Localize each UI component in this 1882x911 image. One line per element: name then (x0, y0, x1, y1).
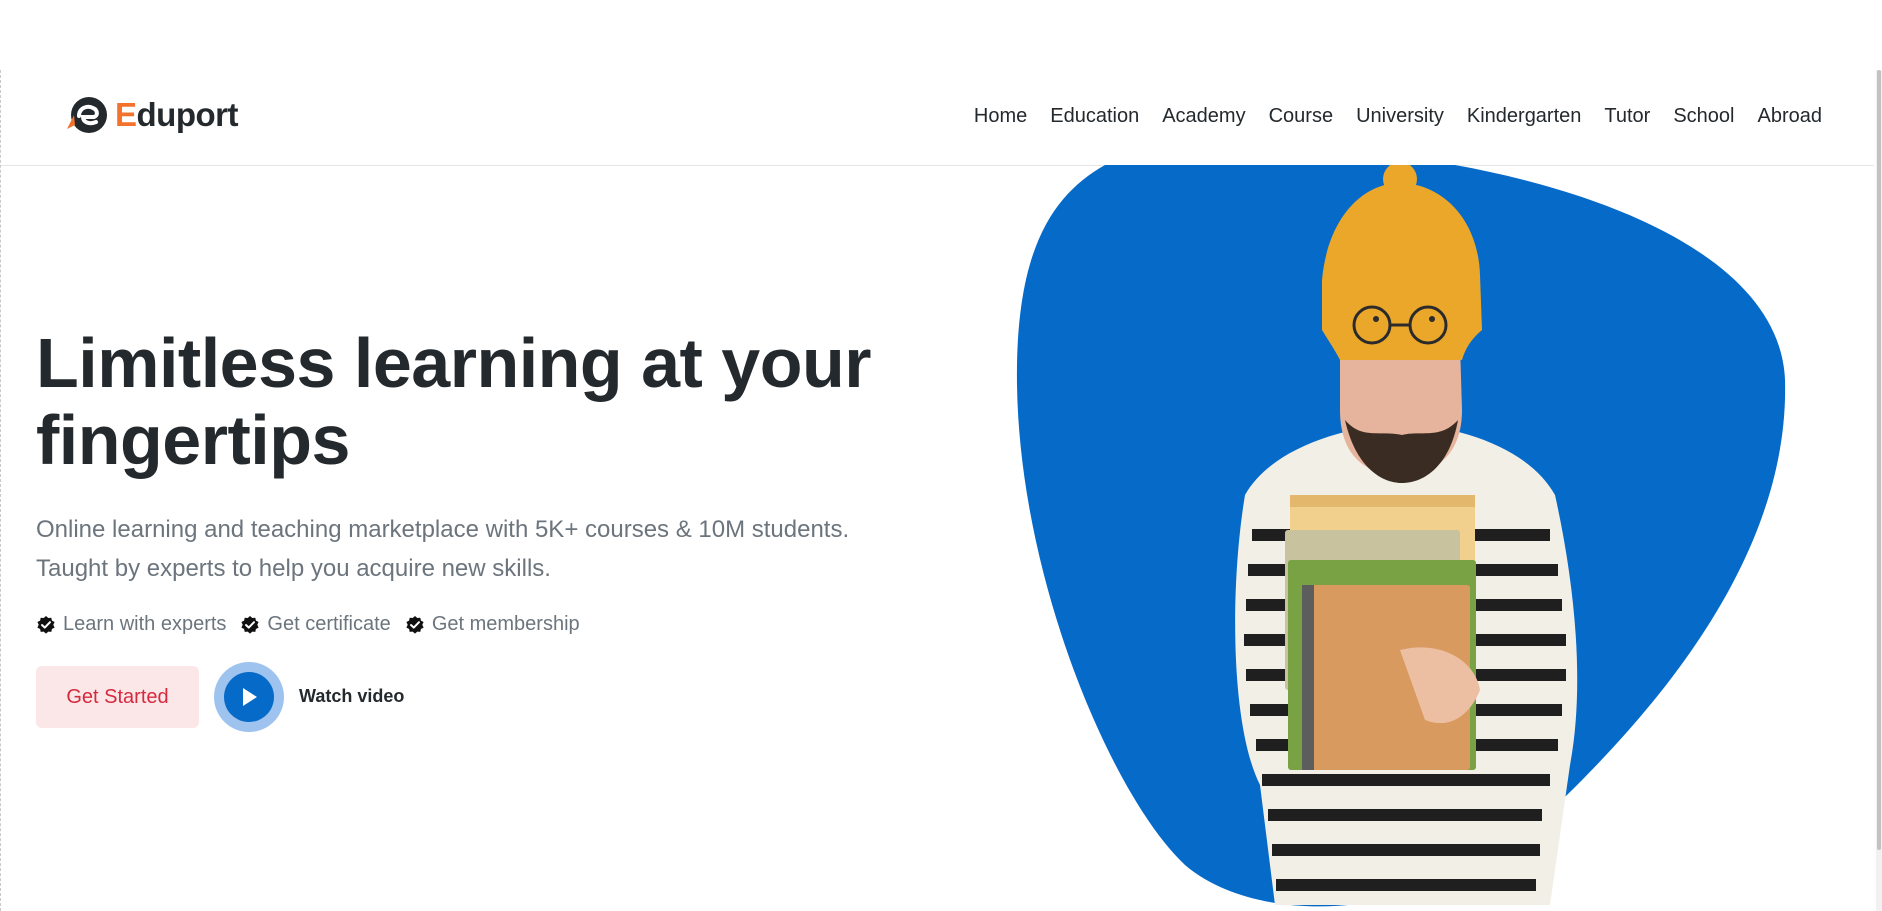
nav-item-course[interactable]: Course (1269, 105, 1333, 128)
nav-item-academy[interactable]: Academy (1162, 105, 1245, 128)
hero-headline: Limitless learning at your fingertips (36, 325, 936, 479)
verified-badge-icon (406, 615, 424, 634)
nav-item-home[interactable]: Home (974, 105, 1027, 128)
watch-video-link[interactable]: Watch video (299, 686, 404, 707)
browser-top-space (0, 0, 1882, 70)
hero-description-line1: Online learning and teaching marketplace… (36, 516, 850, 543)
feature-label: Get membership (431, 613, 580, 635)
feature-item: Get membership (405, 613, 580, 636)
hero-headline-line2: fingertips (36, 401, 350, 479)
nav-item-abroad[interactable]: Abroad (1758, 105, 1823, 128)
hero-headline-line1: Limitless learning at your (36, 324, 872, 402)
watch-video-button[interactable] (214, 662, 284, 732)
verified-badge-icon (241, 615, 260, 634)
hero-heading-block: Limitless learning at your fingertips (36, 325, 936, 479)
verified-badge-icon (37, 615, 55, 634)
nav-item-education[interactable]: Education (1050, 105, 1139, 128)
eduport-e-icon (67, 97, 107, 133)
brand-name-rest: duport (136, 96, 239, 133)
feature-item: Get certificate (240, 613, 391, 636)
scrollbar-thumb[interactable] (1877, 70, 1881, 850)
feature-label: Get certificate (267, 613, 391, 635)
feature-label: Learn with experts (63, 613, 227, 635)
hero-image (1016, 165, 1786, 907)
feature-list: Learn with experts Get certificate Get m… (36, 613, 580, 636)
nav-item-university[interactable]: University (1356, 105, 1444, 128)
nav-item-school[interactable]: School (1673, 105, 1734, 128)
hero-description: Online learning and teaching marketplace… (36, 510, 936, 588)
main-nav: Home Education Academy Course University… (974, 105, 1822, 128)
brand-name-initial: E (115, 96, 137, 133)
brand-logo[interactable]: Eduport (65, 95, 238, 135)
brand-name: Eduport (115, 96, 238, 134)
play-button-circle[interactable] (224, 672, 274, 722)
play-icon (243, 688, 257, 706)
page-left-border (0, 70, 2, 911)
hero-headline-highlight: fingertips (36, 402, 350, 479)
hero-description-line2: Taught by experts to help you acquire ne… (36, 555, 551, 582)
get-started-button[interactable]: Get Started (36, 666, 199, 728)
site-header: Eduport Home Education Academy Course Un… (1, 70, 1874, 166)
feature-item: Learn with experts (36, 613, 226, 636)
nav-item-tutor[interactable]: Tutor (1604, 105, 1650, 128)
nav-item-kindergarten[interactable]: Kindergarten (1467, 105, 1582, 128)
